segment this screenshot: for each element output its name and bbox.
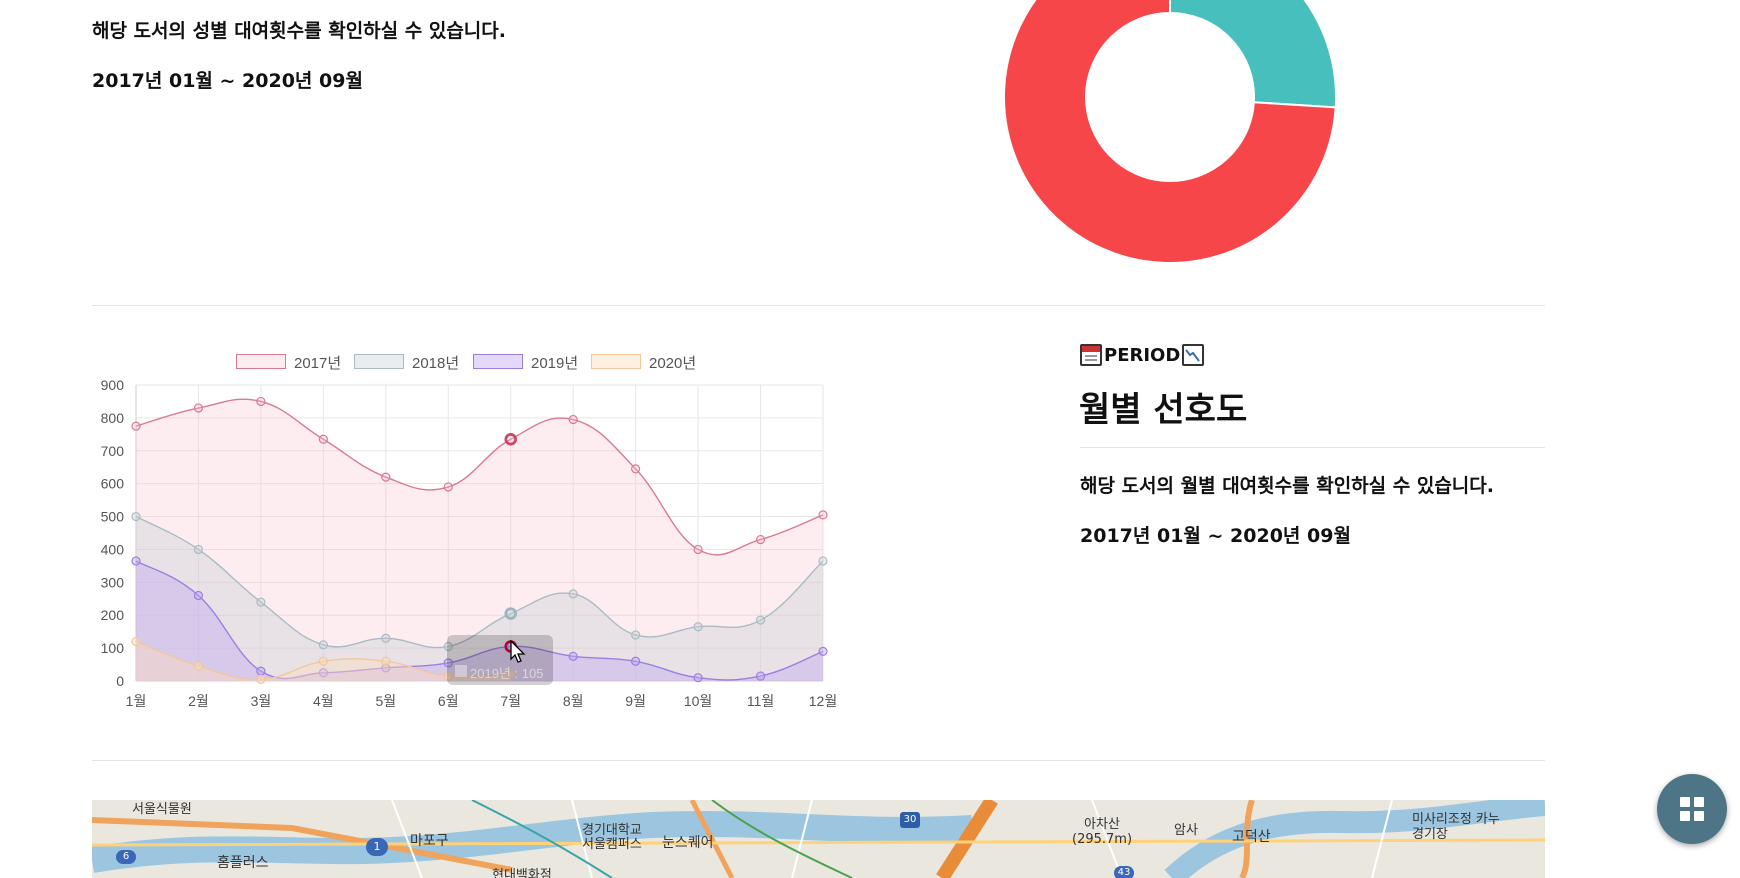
data-point[interactable] bbox=[443, 482, 453, 492]
data-point[interactable] bbox=[318, 640, 328, 650]
road-badge: 1 bbox=[366, 838, 388, 856]
divider bbox=[92, 760, 1545, 761]
y-tick-label: 200 bbox=[101, 607, 125, 623]
x-tick-label: 9월 bbox=[625, 693, 646, 709]
data-point[interactable] bbox=[318, 656, 328, 666]
map-label: 암사 bbox=[1174, 823, 1198, 838]
tooltip-swatch bbox=[455, 665, 467, 677]
mouse-cursor-icon bbox=[510, 640, 526, 663]
divider bbox=[92, 305, 1545, 306]
data-point[interactable] bbox=[631, 464, 641, 474]
data-point[interactable] bbox=[318, 434, 328, 444]
data-point[interactable] bbox=[131, 511, 141, 522]
y-tick-label: 600 bbox=[101, 476, 125, 492]
page-title: 월별 선호도 bbox=[1079, 390, 1248, 430]
divider bbox=[1080, 447, 1545, 448]
y-tick-label: 700 bbox=[101, 443, 125, 459]
gender-description: 해당 도서의 성별 대여횟수를 확인하실 수 있습니다. bbox=[92, 20, 506, 42]
x-tick-label: 8월 bbox=[563, 693, 584, 709]
floating-menu-button[interactable] bbox=[1657, 774, 1727, 844]
data-point[interactable] bbox=[131, 556, 141, 566]
map-label: 고덕산 bbox=[1232, 829, 1271, 845]
x-tick-label: 11월 bbox=[747, 693, 774, 709]
data-point[interactable] bbox=[693, 622, 703, 632]
data-point[interactable] bbox=[568, 589, 578, 599]
data-point[interactable] bbox=[193, 544, 204, 555]
data-point[interactable] bbox=[131, 636, 141, 647]
data-point[interactable] bbox=[193, 661, 204, 671]
data-point[interactable] bbox=[631, 630, 641, 640]
monthly-description: 해당 도서의 월별 대여횟수를 확인하실 수 있습니다. bbox=[1080, 475, 1494, 497]
grid-icon bbox=[1680, 797, 1704, 821]
data-point[interactable] bbox=[568, 651, 578, 661]
x-tick-label: 3월 bbox=[251, 693, 272, 709]
data-point[interactable] bbox=[256, 674, 266, 684]
y-tick-label: 900 bbox=[101, 377, 125, 393]
data-point[interactable] bbox=[568, 414, 578, 425]
chart-down-icon bbox=[1182, 344, 1205, 366]
y-tick-label: 800 bbox=[101, 410, 125, 426]
y-tick-label: 0 bbox=[116, 673, 124, 689]
map-roads bbox=[92, 800, 1545, 878]
x-tick-label: 12월 bbox=[809, 693, 837, 709]
gender-donut-chart[interactable] bbox=[990, 0, 1350, 270]
map-label: 아차산 (295.7m) bbox=[1072, 817, 1133, 847]
period-tag: PERIOD bbox=[1080, 344, 1205, 366]
map-label: 눈스퀘어 bbox=[662, 835, 714, 851]
period-tag-label: PERIOD bbox=[1104, 344, 1181, 366]
x-tick-label: 6월 bbox=[438, 693, 459, 709]
road-badge: 30 bbox=[900, 812, 920, 828]
map-label: 경기대학교 서울캠퍼스 bbox=[582, 823, 642, 852]
data-point[interactable] bbox=[818, 510, 828, 520]
gender-period: 2017년 01월 ~ 2020년 09월 bbox=[92, 70, 363, 92]
map-label: 미사리조정 카누경기장 bbox=[1412, 812, 1500, 842]
data-point[interactable] bbox=[693, 544, 703, 555]
road-badge: 43 bbox=[1114, 866, 1134, 878]
data-point[interactable] bbox=[256, 597, 266, 607]
donut-slice[interactable] bbox=[1169, 0, 1337, 109]
monthly-period: 2017년 01월 ~ 2020년 09월 bbox=[1080, 525, 1351, 547]
data-point[interactable] bbox=[381, 633, 391, 643]
map-label: 서울식물원 bbox=[132, 802, 192, 817]
data-point[interactable] bbox=[755, 534, 766, 545]
y-tick-label: 100 bbox=[101, 640, 125, 656]
x-tick-label: 5월 bbox=[375, 693, 396, 709]
data-point[interactable] bbox=[256, 666, 266, 676]
data-point[interactable] bbox=[755, 671, 766, 681]
data-point[interactable] bbox=[381, 656, 391, 666]
data-point[interactable] bbox=[256, 396, 266, 407]
y-tick-label: 400 bbox=[101, 541, 125, 557]
x-tick-label: 4월 bbox=[313, 693, 334, 709]
data-point[interactable] bbox=[818, 646, 828, 656]
x-tick-label: 2월 bbox=[188, 693, 209, 709]
road-badge: 6 bbox=[116, 850, 136, 864]
calendar-icon bbox=[1080, 344, 1102, 366]
y-tick-label: 500 bbox=[101, 509, 125, 525]
data-point[interactable] bbox=[193, 403, 204, 413]
map-view[interactable]: 서울식물원 마포구 홈플러스 경기대학교 서울캠퍼스 눈스퀘어 현대백화점 아차… bbox=[92, 800, 1545, 878]
map-label: 현대백화점 bbox=[492, 868, 552, 878]
data-point[interactable] bbox=[131, 421, 141, 431]
data-point[interactable] bbox=[693, 673, 703, 683]
data-point[interactable] bbox=[381, 472, 391, 482]
data-point[interactable] bbox=[755, 615, 766, 625]
y-tick-label: 300 bbox=[101, 574, 125, 590]
x-tick-label: 1월 bbox=[126, 693, 147, 709]
tooltip-text: 2019년 : 105 bbox=[470, 666, 544, 681]
map-label: 홈플러스 bbox=[217, 855, 269, 871]
x-tick-label: 10월 bbox=[684, 693, 712, 709]
map-label: 마포구 bbox=[410, 833, 449, 849]
data-point[interactable] bbox=[631, 656, 641, 666]
data-point[interactable] bbox=[818, 556, 828, 566]
x-tick-label: 7월 bbox=[500, 693, 521, 709]
data-point[interactable] bbox=[193, 590, 204, 601]
